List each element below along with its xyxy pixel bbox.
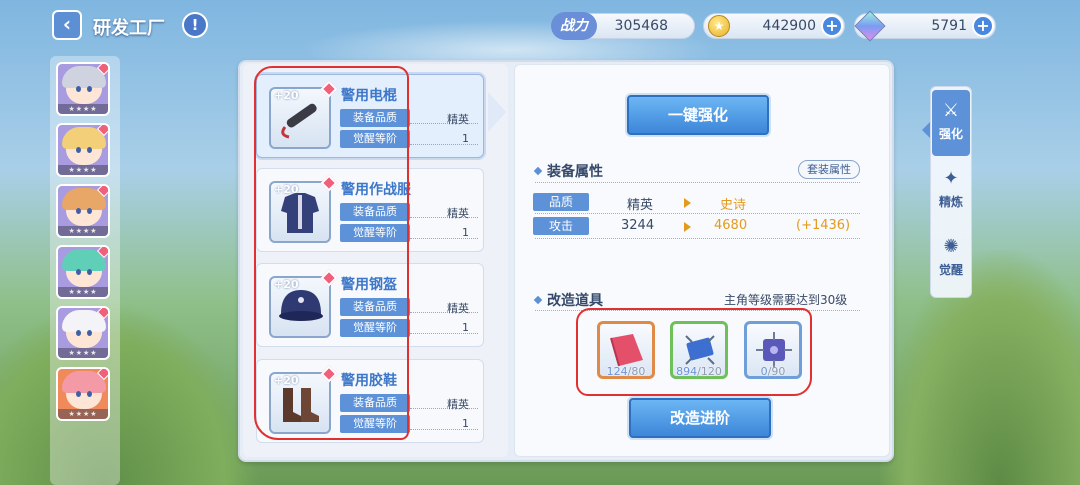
equipment-stage: 1: [462, 132, 469, 145]
background-hill-right: [880, 250, 1080, 485]
diamond-icon: [533, 295, 543, 305]
selection-arrow: [488, 92, 506, 132]
annotation-ring-equipment: [254, 66, 409, 440]
character-eye: [87, 330, 92, 336]
character-card[interactable]: ★★★★: [56, 245, 110, 299]
page-title: 研发工厂: [93, 18, 165, 39]
divider: [535, 182, 860, 183]
tab-enhance[interactable]: ⚔ 强化: [932, 90, 970, 156]
character-card[interactable]: ★★★★: [56, 62, 110, 116]
equipment-quality: 精英: [447, 398, 469, 411]
attack-delta: (+1436): [796, 218, 851, 233]
character-eye: [87, 269, 92, 275]
character-stars: ★★★★: [58, 104, 108, 114]
character-stars: ★★★★: [58, 348, 108, 358]
arrow-right-icon: [684, 222, 691, 232]
tab-label: 觉醒: [938, 263, 963, 277]
active-tab-pointer: [922, 122, 930, 138]
refine-icon: ✦: [943, 168, 959, 189]
gems-value: 5791: [931, 18, 967, 34]
character-card[interactable]: ★★★★: [56, 367, 110, 421]
upgrade-button[interactable]: 改造进阶: [629, 398, 771, 438]
character-eye: [76, 147, 81, 153]
coin-icon: ★: [708, 15, 730, 37]
character-eye: [76, 208, 81, 214]
one-click-enhance-button[interactable]: 一键强化: [627, 95, 769, 135]
character-card[interactable]: ★★★★: [56, 123, 110, 177]
character-stars: ★★★★: [58, 287, 108, 297]
character-eye: [76, 269, 81, 275]
power-value: 305468: [614, 18, 668, 34]
tab-awaken[interactable]: ✺ 觉醒: [932, 226, 970, 292]
equipment-quality: 精英: [447, 113, 469, 126]
attack-label: 攻击: [533, 217, 589, 235]
quality-label: 品质: [533, 193, 589, 211]
set-attributes-button[interactable]: 套装属性: [798, 160, 860, 179]
divider: [535, 213, 860, 214]
add-coins-button[interactable]: +: [821, 15, 843, 37]
awaken-icon: ✺: [943, 236, 959, 257]
diamond-icon: [533, 166, 543, 176]
divider: [535, 238, 860, 239]
attributes-title: 装备属性: [533, 161, 603, 181]
character-eye: [87, 86, 92, 92]
add-gems-button[interactable]: +: [972, 15, 994, 37]
tab-label: 强化: [938, 127, 963, 141]
coins-value: 442900: [762, 18, 816, 34]
materials-title: 改造道具: [533, 290, 603, 310]
annotation-ring-materials: [576, 308, 812, 396]
power-display: 战力 305468: [551, 12, 695, 40]
character-eye: [76, 86, 81, 92]
attack-current: 3244: [621, 218, 655, 233]
background-hill-left: [0, 300, 260, 485]
character-stars: ★★★★: [58, 165, 108, 175]
character-stars: ★★★★: [58, 409, 108, 419]
character-eye: [76, 391, 81, 397]
tab-refine[interactable]: ✦ 精炼: [932, 158, 970, 224]
power-label: 战力: [551, 12, 597, 40]
chevron-left-icon: ‹: [62, 12, 72, 36]
tab-label: 精炼: [938, 195, 963, 209]
quality-current: 精英: [627, 198, 654, 213]
equipment-quality: 精英: [447, 302, 469, 315]
character-stars: ★★★★: [58, 226, 108, 236]
back-button[interactable]: ‹: [52, 10, 82, 40]
coins-display: ★ 442900 +: [703, 13, 845, 39]
character-card[interactable]: ★★★★: [56, 306, 110, 360]
character-eye: [76, 330, 81, 336]
equipment-stage: 1: [462, 321, 469, 334]
attack-next: 4680: [714, 218, 748, 233]
character-eye: [87, 147, 92, 153]
equipment-quality: 精英: [447, 207, 469, 220]
character-eye: [87, 391, 92, 397]
arrow-right-icon: [684, 198, 691, 208]
character-card[interactable]: ★★★★: [56, 184, 110, 238]
sword-icon: ⚔: [942, 100, 960, 121]
quality-next: 史诗: [720, 198, 747, 213]
gem-icon: [854, 10, 886, 42]
character-eye: [87, 208, 92, 214]
level-requirement: 主角等级需要达到30级: [724, 293, 848, 307]
equipment-stage: 1: [462, 226, 469, 239]
gems-display: 5791 +: [854, 10, 996, 42]
info-button[interactable]: !: [182, 12, 208, 38]
equipment-stage: 1: [462, 417, 469, 430]
